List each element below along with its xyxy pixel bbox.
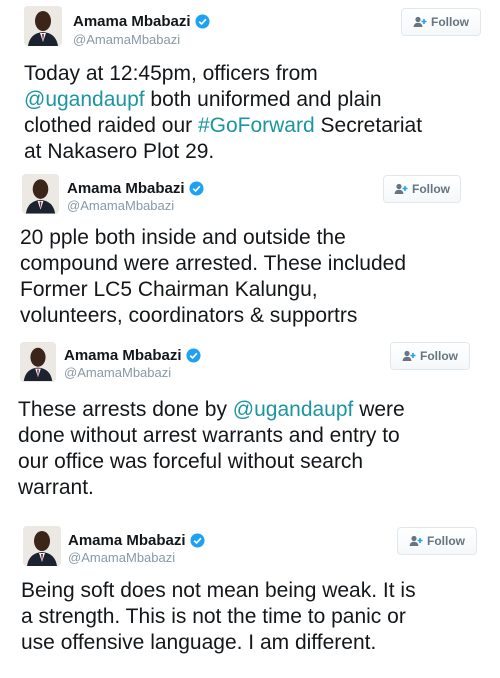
author-handle[interactable]: @AmamaMbabazi: [64, 365, 171, 380]
tweet-line: Being soft does not mean being weak. It …: [21, 578, 416, 604]
follow-label: Follow: [412, 182, 450, 196]
tweet-card: Amama Mbabazi @AmamaMbabazi Follow These…: [0, 336, 500, 508]
avatar[interactable]: [23, 526, 61, 566]
tweet-text: Being soft does not mean being weak. It …: [21, 578, 416, 656]
text-segment: use offensive language. I am different.: [21, 631, 377, 654]
text-segment: both uniformed and plain: [144, 88, 382, 111]
hashtag-link[interactable]: #GoForward: [198, 114, 315, 137]
tweet-line: @ugandaupf both uniformed and plain: [24, 87, 422, 113]
follow-button[interactable]: Follow: [383, 175, 461, 203]
author-name[interactable]: Amama Mbabazi: [73, 13, 210, 30]
tweet-line: clothed raided our #GoForward Secretaria…: [24, 113, 422, 139]
verified-badge-icon: [195, 14, 210, 29]
text-segment: our office was forceful without search: [18, 450, 364, 473]
follow-label: Follow: [431, 15, 469, 29]
text-segment: warrant.: [18, 476, 94, 499]
follow-label: Follow: [420, 349, 458, 363]
author-name-text: Amama Mbabazi: [67, 180, 185, 197]
author-name-text: Amama Mbabazi: [64, 347, 182, 364]
follow-user-icon: [402, 350, 416, 362]
text-segment: Former LC5 Chairman Kalungu,: [20, 278, 318, 301]
author-name[interactable]: Amama Mbabazi: [64, 347, 201, 364]
text-segment: clothed raided our: [24, 114, 198, 137]
text-segment: a strength. This is not the time to pani…: [21, 605, 406, 628]
tweet-line: warrant.: [18, 475, 405, 501]
verified-badge-icon: [186, 348, 201, 363]
follow-user-icon: [394, 183, 408, 195]
text-segment: Today at 12:45pm, officers from: [24, 62, 318, 85]
text-segment: These arrests done by: [18, 398, 233, 421]
follow-button[interactable]: Follow: [401, 8, 481, 36]
tweet-line: 20 pple both inside and outside the: [20, 225, 406, 251]
text-segment: compound were arrested. These included: [20, 252, 407, 275]
tweet-text: Today at 12:45pm, officers from @ugandau…: [24, 61, 422, 165]
tweet-card: Amama Mbabazi @AmamaMbabazi Follow Today…: [0, 0, 500, 172]
mention-link[interactable]: @ugandaupf: [24, 88, 145, 111]
tweet-line: volunteers, coordinators & supportrs: [20, 303, 406, 329]
author-handle[interactable]: @AmamaMbabazi: [73, 32, 180, 47]
text-segment: done without arrest warrants and entry t…: [18, 424, 400, 447]
tweet-line: compound were arrested. These included: [20, 251, 406, 277]
text-segment: Secretariat: [314, 114, 423, 137]
text-segment: volunteers, coordinators & supportrs: [20, 304, 358, 327]
tweet-line: done without arrest warrants and entry t…: [18, 423, 405, 449]
author-name-text: Amama Mbabazi: [73, 13, 191, 30]
verified-badge-icon: [190, 533, 205, 548]
tweet-line: Former LC5 Chairman Kalungu,: [20, 277, 406, 303]
author-name-text: Amama Mbabazi: [68, 532, 186, 549]
tweet-text: These arrests done by @ugandaupf were do…: [18, 397, 405, 501]
tweet-line: use offensive language. I am different.: [21, 630, 416, 656]
follow-button[interactable]: Follow: [390, 342, 470, 370]
tweet-card: Amama Mbabazi @AmamaMbabazi Follow 20 pp…: [0, 172, 500, 332]
tweet-line: our office was forceful without search: [18, 449, 405, 475]
tweet-line: at Nakasero Plot 29.: [24, 139, 422, 165]
text-segment: Being soft does not mean being weak. It …: [21, 579, 416, 602]
follow-user-icon: [409, 535, 423, 547]
author-handle[interactable]: @AmamaMbabazi: [68, 550, 175, 565]
avatar[interactable]: [22, 174, 59, 214]
author-name[interactable]: Amama Mbabazi: [67, 180, 204, 197]
tweet-card: Amama Mbabazi @AmamaMbabazi Follow Being…: [0, 518, 500, 678]
verified-badge-icon: [189, 181, 204, 196]
text-segment: were: [353, 398, 405, 421]
follow-button[interactable]: Follow: [397, 527, 477, 555]
follow-label: Follow: [427, 534, 465, 548]
author-handle[interactable]: @AmamaMbabazi: [67, 198, 174, 213]
tweet-line: Today at 12:45pm, officers from: [24, 61, 422, 87]
tweet-text: 20 pple both inside and outside the comp…: [20, 225, 406, 329]
avatar[interactable]: [20, 342, 56, 382]
text-segment: at Nakasero Plot 29.: [24, 140, 215, 163]
author-name[interactable]: Amama Mbabazi: [68, 532, 205, 549]
tweet-line: a strength. This is not the time to pani…: [21, 604, 416, 630]
avatar[interactable]: [24, 6, 62, 46]
mention-link[interactable]: @ugandaupf: [233, 398, 354, 421]
tweet-line: These arrests done by @ugandaupf were: [18, 397, 405, 423]
text-segment: 20 pple both inside and outside the: [20, 226, 346, 249]
follow-user-icon: [413, 16, 427, 28]
